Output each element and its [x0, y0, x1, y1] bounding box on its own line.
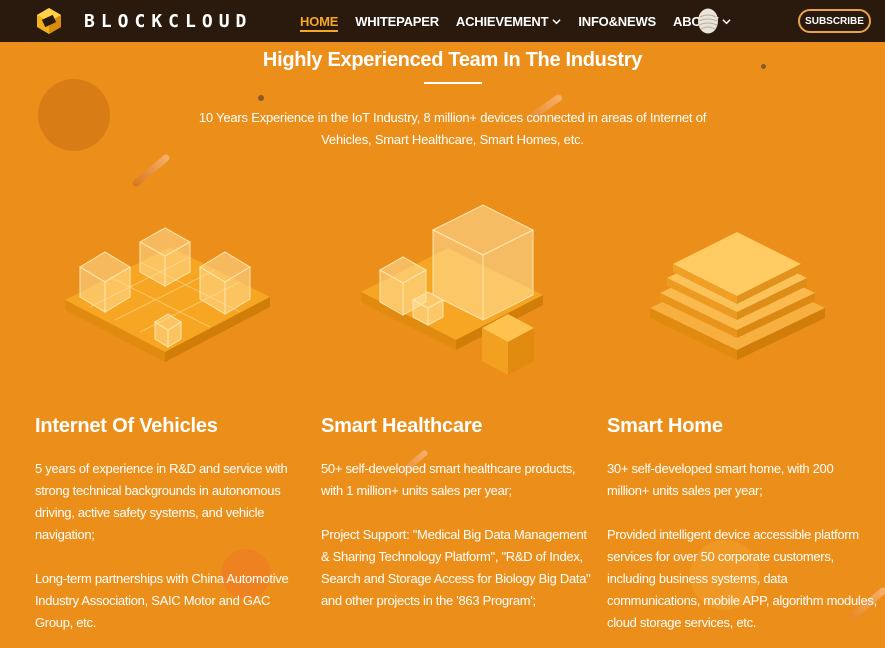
brand-name: BLOCKCLOUD	[84, 10, 253, 32]
nav-item-label: WHITEPAPER	[355, 13, 439, 29]
section-subtitle: 10 Years Experience in the IoT Industry,…	[198, 110, 707, 147]
cubes-grid-illustration	[65, 227, 270, 362]
nav-item-label: INFO&NEWS	[578, 13, 656, 29]
column-smart-healthcare: Smart Healthcare 50+ self-developed smar…	[321, 415, 591, 634]
layers-illustration	[650, 232, 825, 360]
column-title: Smart Healthcare	[321, 415, 483, 437]
column-paragraph: Provided intelligent device accessible p…	[607, 527, 877, 630]
column-paragraph: 50+ self-developed smart healthcare prod…	[321, 461, 576, 498]
blockcloud-logo-icon	[37, 8, 61, 34]
top-navigation-bar: BLOCKCLOUD HOME WHITEPAPER ACHIEVEMENT I…	[0, 0, 885, 42]
column-internet-of-vehicles: Internet Of Vehicles 5 years of experien…	[35, 415, 305, 648]
column-paragraph: Project Support: "Medical Big Data Manag…	[321, 527, 591, 608]
nav-item-home[interactable]: HOME	[300, 0, 339, 42]
brand-logo[interactable]: BLOCKCLOUD	[34, 6, 252, 36]
nav-item-label: HOME	[300, 13, 339, 29]
subscribe-button[interactable]: SUBSCRIBE	[798, 9, 871, 33]
chevron-down-icon	[722, 18, 731, 24]
section-title: Highly Experienced Team In The Industry	[262, 49, 643, 71]
egg-icon[interactable]	[697, 6, 719, 34]
decorative-circle	[38, 79, 110, 151]
cubes-stack-illustration	[361, 204, 543, 375]
column-paragraph: 5 years of experience in R&D and service…	[35, 461, 288, 542]
column-smart-home: Smart Home 30+ self-developed smart home…	[607, 415, 877, 648]
decorative-dot	[258, 95, 264, 101]
nav-item-info-news[interactable]: INFO&NEWS	[578, 0, 656, 42]
column-paragraph: Long-term partnerships with China Automo…	[35, 571, 289, 630]
chevron-down-icon	[552, 18, 561, 24]
nav-item-whitepaper[interactable]: WHITEPAPER	[355, 0, 439, 42]
title-underline	[424, 82, 482, 84]
nav-item-achievement[interactable]: ACHIEVEMENT	[456, 0, 561, 42]
column-title: Internet Of Vehicles	[35, 415, 218, 437]
column-title: Smart Home	[607, 415, 723, 437]
decorative-streak	[131, 153, 171, 188]
main-nav: HOME WHITEPAPER ACHIEVEMENT INFO&NEWS AB…	[300, 0, 748, 42]
nav-item-label: ACHIEVEMENT	[455, 13, 549, 29]
column-paragraph: 30+ self-developed smart home, with 200 …	[607, 461, 834, 498]
